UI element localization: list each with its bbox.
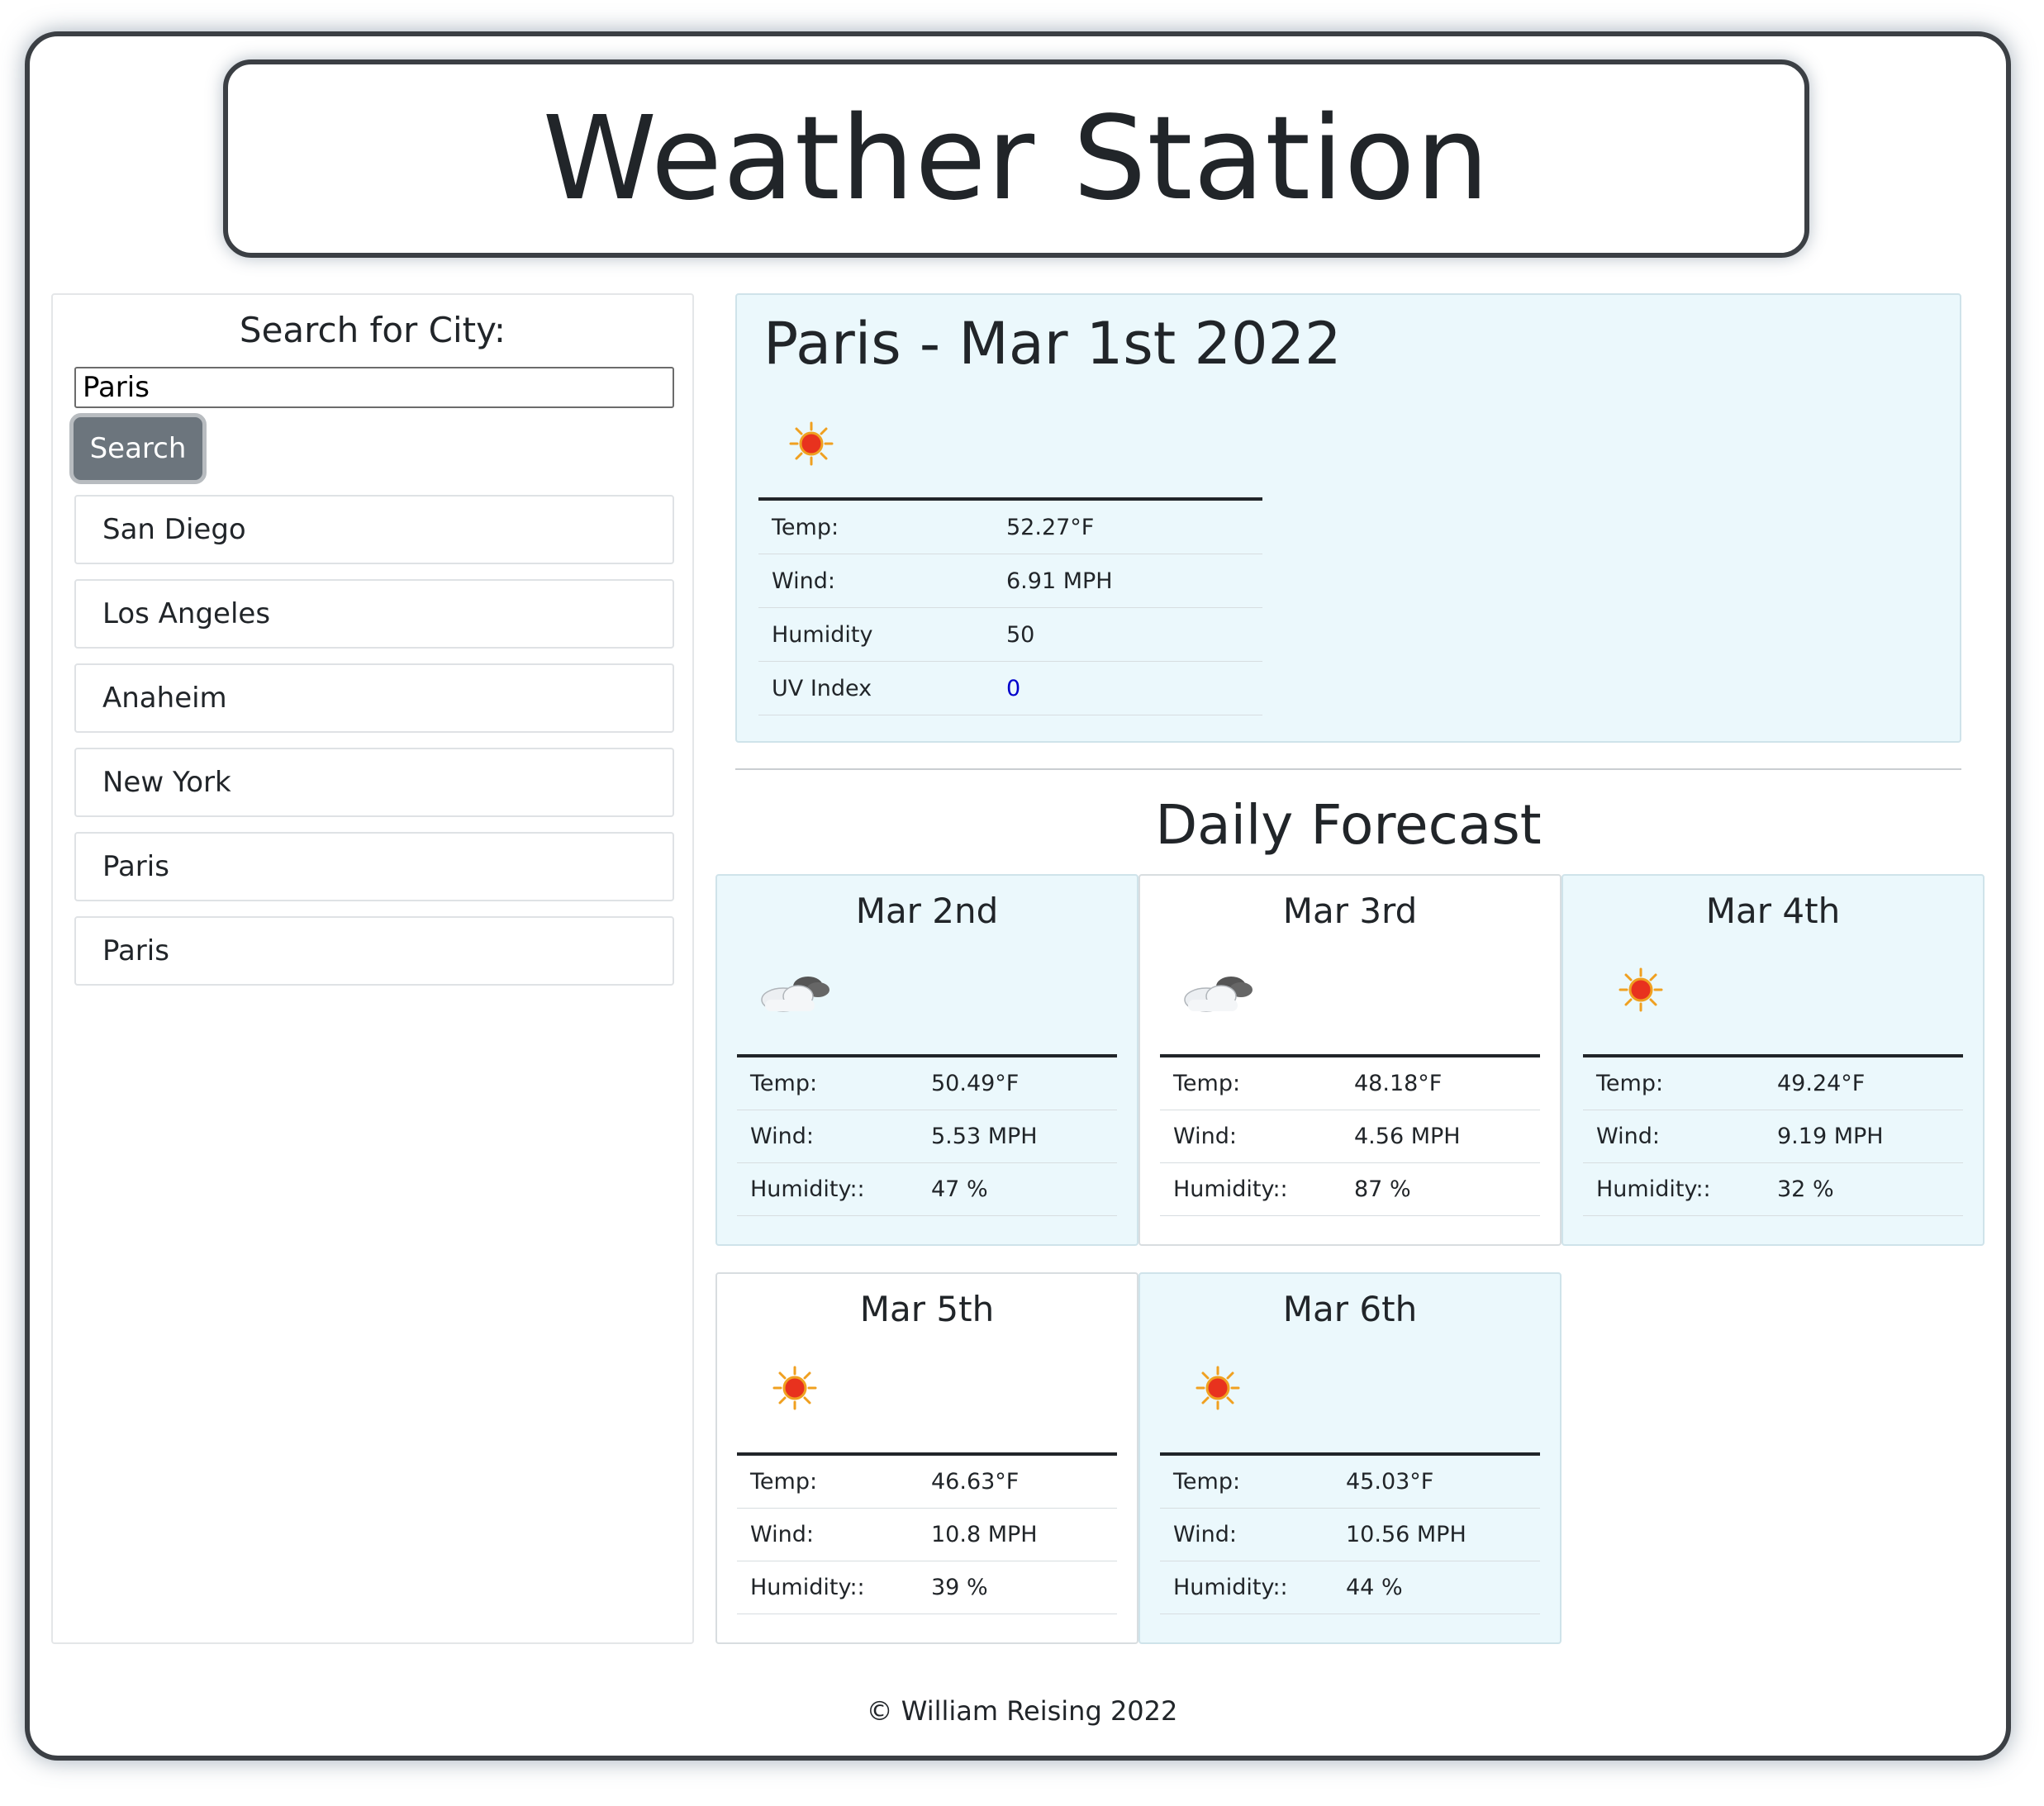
- stats-row-temp: Temp: 45.03°F: [1160, 1456, 1540, 1509]
- forecast-date: Mar 4th: [1705, 891, 1841, 931]
- stats-row-humidity: Humidity:: 87 %: [1160, 1163, 1540, 1216]
- stats-row-humidity: Humidity:: 44 %: [1160, 1561, 1540, 1614]
- city-search-input[interactable]: [74, 367, 674, 408]
- sun-icon: [788, 421, 834, 470]
- section-divider: [735, 768, 1961, 770]
- stats-row-temp: Temp: 52.27°F: [758, 501, 1262, 554]
- sun-icon: [772, 1365, 818, 1414]
- stats-row-temp: Temp: 50.49°F: [737, 1057, 1117, 1110]
- search-sidebar: Search for City: Search San Diego Los An…: [51, 293, 694, 1644]
- current-weather-card: Paris - Mar 1st 2022 Temp: 52.27°F Wind:…: [735, 293, 1961, 743]
- stats-row-wind: Wind: 10.56 MPH: [1160, 1509, 1540, 1561]
- forecast-date: Mar 2nd: [855, 891, 999, 931]
- forecast-title: Daily Forecast: [1155, 793, 1542, 857]
- stats-row-temp: Temp: 48.18°F: [1160, 1057, 1540, 1110]
- cloud-icon: [1181, 967, 1256, 1019]
- sun-icon: [1195, 1365, 1241, 1414]
- stats-row-uv: UV Index 0: [758, 662, 1262, 715]
- history-item-los-angeles[interactable]: Los Angeles: [74, 579, 674, 649]
- forecast-card: Mar 3rd Temp: 48.18°F Wind: 4.56 MPH Hum…: [1138, 874, 1562, 1246]
- forecast-date: Mar 6th: [1282, 1289, 1418, 1329]
- stats-row-humidity: Humidity:: 39 %: [737, 1561, 1117, 1614]
- stats-row-wind: Wind: 4.56 MPH: [1160, 1110, 1540, 1163]
- header: Weather Station: [223, 59, 1809, 258]
- stats-row-humidity: Humidity 50: [758, 608, 1262, 662]
- stats-row-wind: Wind: 9.19 MPH: [1583, 1110, 1963, 1163]
- stats-row-temp: Temp: 46.63°F: [737, 1456, 1117, 1509]
- forecast-date: Mar 5th: [859, 1289, 995, 1329]
- humidity-value: 50: [1006, 621, 1035, 648]
- history-item-anaheim[interactable]: Anaheim: [74, 663, 674, 733]
- uv-index-value: 0: [1006, 675, 1021, 701]
- forecast-card: Mar 2nd Temp: 50.49°F Wind: 5.53 MPH Hum…: [715, 874, 1138, 1246]
- history-item-paris[interactable]: Paris: [74, 832, 674, 901]
- stats-row-wind: Wind: 5.53 MPH: [737, 1110, 1117, 1163]
- forecast-card: Mar 6th Temp: 45.03°F Wind: 10.56 MPH Hu…: [1138, 1272, 1562, 1644]
- footer-copyright: © William Reising 2022: [866, 1695, 1178, 1727]
- stats-row-humidity: Humidity:: 47 %: [737, 1163, 1117, 1216]
- current-stats-table: Temp: 52.27°F Wind: 6.91 MPH Humidity 50…: [758, 497, 1262, 715]
- page-title: Weather Station: [542, 91, 1490, 226]
- history-item-paris-2[interactable]: Paris: [74, 916, 674, 986]
- forecast-card: Mar 4th Temp: 49.24°F Wind: 9.19 MPH Hum…: [1562, 874, 1985, 1246]
- current-weather-title: Paris - Mar 1st 2022: [763, 310, 1342, 378]
- wind-value: 6.91 MPH: [1006, 568, 1113, 594]
- search-label: Search for City:: [239, 310, 506, 350]
- stats-row-wind: Wind: 6.91 MPH: [758, 554, 1262, 608]
- search-history-list: San Diego Los Angeles Anaheim New York P…: [74, 495, 674, 1000]
- sun-icon: [1618, 967, 1664, 1016]
- temp-value: 52.27°F: [1006, 514, 1095, 540]
- search-button[interactable]: Search: [69, 413, 207, 484]
- history-item-san-diego[interactable]: San Diego: [74, 495, 674, 564]
- stats-row-temp: Temp: 49.24°F: [1583, 1057, 1963, 1110]
- history-item-new-york[interactable]: New York: [74, 748, 674, 817]
- stats-row-wind: Wind: 10.8 MPH: [737, 1509, 1117, 1561]
- forecast-date: Mar 3rd: [1282, 891, 1418, 931]
- forecast-card: Mar 5th Temp: 46.63°F Wind: 10.8 MPH Hum…: [715, 1272, 1138, 1644]
- cloud-icon: [758, 967, 833, 1019]
- stats-row-humidity: Humidity:: 32 %: [1583, 1163, 1963, 1216]
